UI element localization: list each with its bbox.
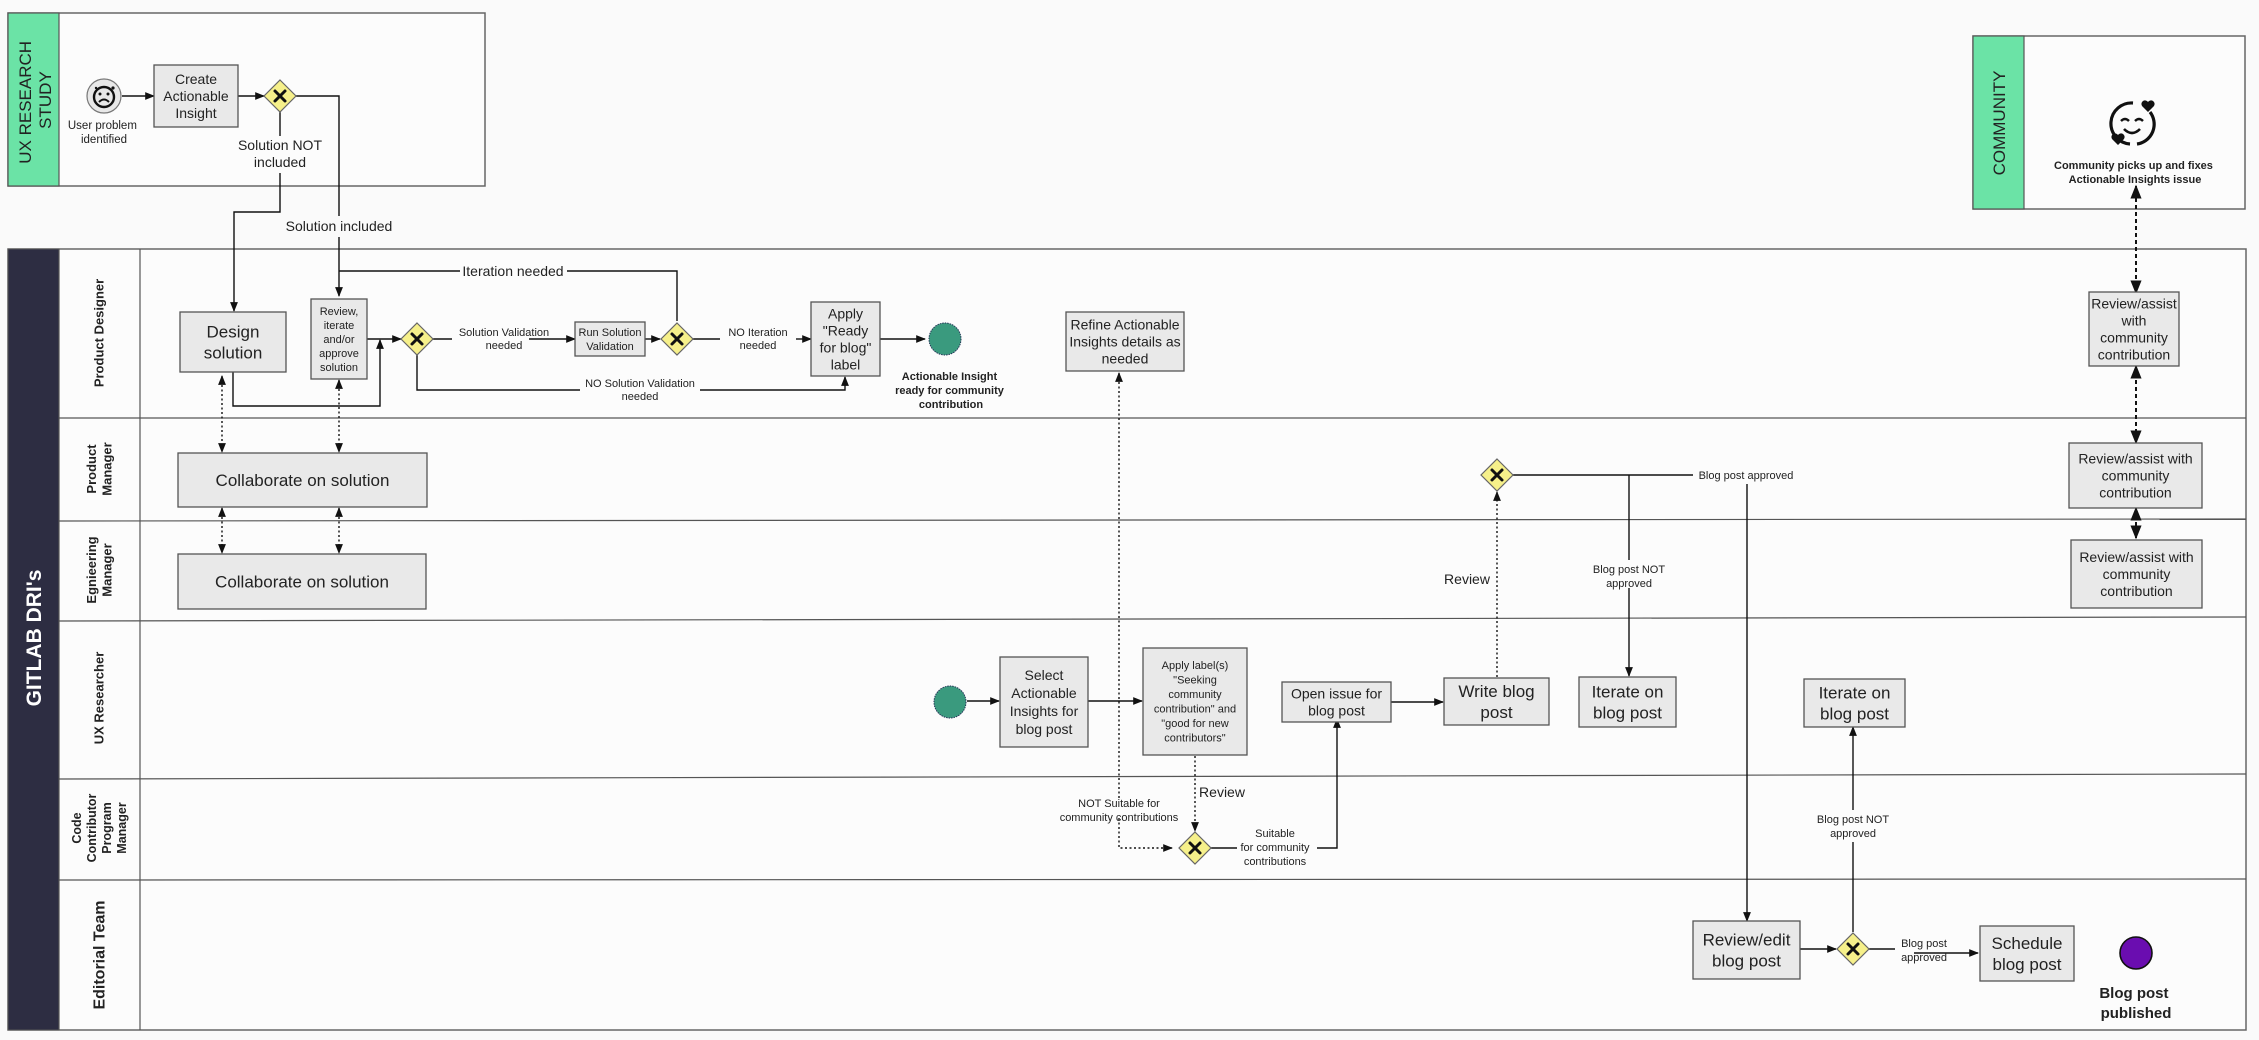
- task-design-solution[interactable]: Design solution: [179, 311, 287, 373]
- flow-label-review-pm: Review: [1444, 571, 1491, 587]
- lane-label-product-manager: ProductManager: [84, 442, 115, 495]
- lane-label-editorial-team: Editorial Team: [92, 900, 109, 1009]
- end-event-insight-ready[interactable]: [928, 322, 962, 356]
- end-event-blog-published[interactable]: [2119, 936, 2153, 970]
- task-pm-collaborate[interactable]: Collaborate on solution: [177, 452, 428, 508]
- task-pm-review-assist[interactable]: Review/assist with community contribution: [2068, 442, 2203, 509]
- task-review-iterate[interactable]: Review, iterate and/or approve solution: [310, 298, 368, 380]
- flow-label-solution-included: Solution included: [286, 218, 393, 234]
- task-label: Collaborate on solution: [215, 572, 389, 591]
- lane-label-engineering-manager: EgnieeringManager: [84, 536, 115, 603]
- pool-title-community: COMMUNITY: [1990, 71, 2009, 176]
- task-schedule-blog[interactable]: Schedule blog post: [1979, 925, 2075, 982]
- start-event-ux-researcher[interactable]: [933, 685, 967, 719]
- task-create-insight[interactable]: Create Actionable Insight: [153, 64, 239, 128]
- task-select-insights[interactable]: Select Actionable Insights for blog post: [999, 656, 1089, 748]
- task-pd-review-assist[interactable]: Review/assist with community contribution: [2088, 291, 2180, 367]
- task-open-issue[interactable]: Open issue for blog post: [1281, 681, 1392, 723]
- task-label: Collaborate on solution: [216, 471, 390, 490]
- pool-title-gitlab: GITLAB DRI's: [23, 570, 46, 707]
- task-iterate-blog-1[interactable]: Iterate on blog post: [1578, 676, 1677, 728]
- task-apply-labels[interactable]: Apply label(s) "Seeking community contribut…: [1142, 647, 1248, 756]
- task-iterate-blog-2[interactable]: Iterate on blog post: [1803, 678, 1906, 728]
- task-label: Review, iterate and/or approve solution: [319, 306, 359, 374]
- pool-ux-research-study: UX RESEARCH STUDY: [7, 12, 486, 187]
- lane-label-ux-researcher: UX Researcher: [92, 652, 107, 745]
- task-apply-ready-label[interactable]: Apply "Ready for blog" label: [810, 301, 881, 377]
- task-run-validation[interactable]: Run Solution Validation: [574, 321, 646, 357]
- task-em-review-assist[interactable]: Review/assist with community contribution: [2070, 539, 2203, 609]
- task-review-edit-blog[interactable]: Review/edit blog post: [1692, 920, 1801, 980]
- lane-label-product-designer: Product Designer: [92, 279, 107, 387]
- flow-label-review-cc: Review: [1199, 784, 1246, 800]
- flow-label-iteration-needed: Iteration needed: [462, 263, 563, 279]
- task-write-blog[interactable]: Write blog post: [1443, 677, 1550, 726]
- task-refine-insights[interactable]: Refine Actionable Insights details as need…: [1065, 311, 1185, 372]
- task-em-collaborate[interactable]: Collaborate on solution: [177, 553, 427, 610]
- process-diagram: UX RESEARCH STUDY COMMUNITY GITLAB DRI's…: [7, 12, 2247, 1031]
- task-label: Review/assist with community contribution: [2091, 295, 2177, 362]
- start-event-user-problem[interactable]: [86, 78, 122, 114]
- flow-label-blog-approved-pm: Blog post approved: [1699, 470, 1794, 482]
